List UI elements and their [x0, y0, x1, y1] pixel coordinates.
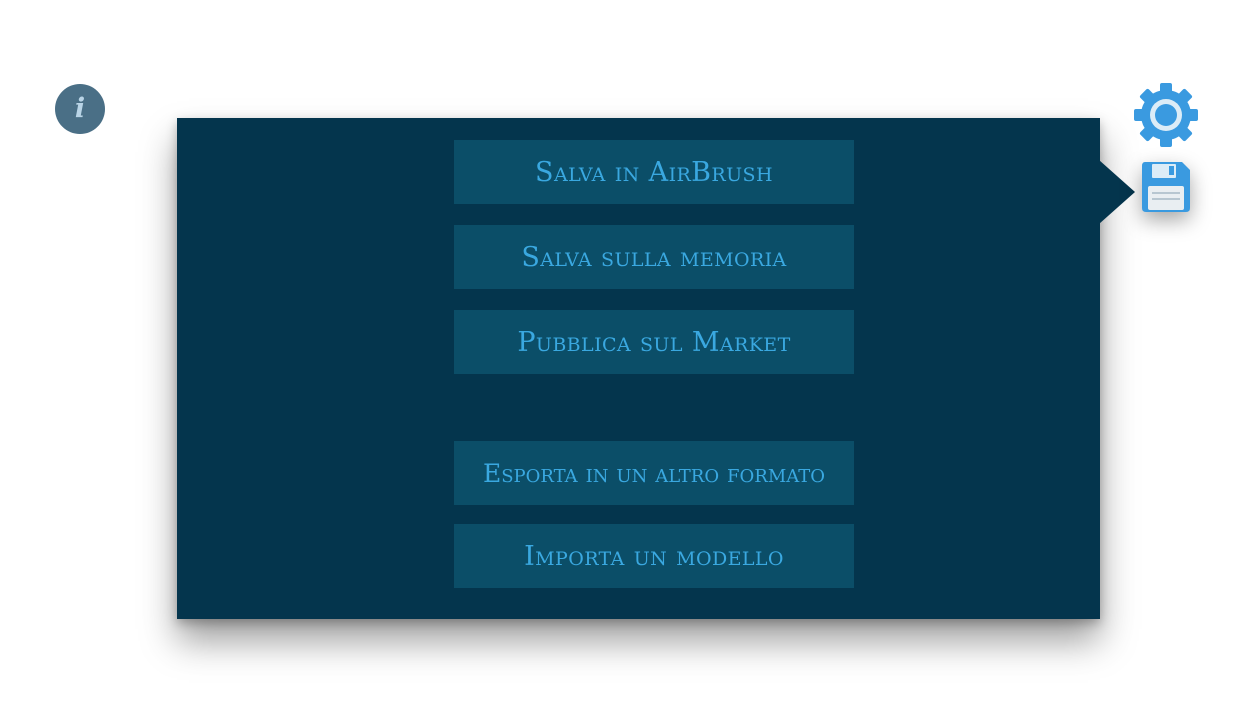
export-format-label: Esporta in un altro formato: [482, 458, 826, 488]
publish-to-market-label: Pubblica sul Market: [517, 326, 791, 358]
gear-icon: [1134, 83, 1198, 147]
save-to-memory-button[interactable]: Salva sulla memoria: [454, 225, 854, 289]
panel-pointer: [1099, 160, 1135, 224]
save-to-airbrush-button[interactable]: Salva in AirBrush: [454, 140, 854, 204]
info-button[interactable]: i: [55, 84, 105, 134]
save-to-memory-label: Salva sulla memoria: [521, 241, 787, 273]
settings-button[interactable]: [1133, 82, 1199, 148]
info-icon: i: [74, 92, 86, 124]
app-screen: i Salva in AirBrush Salva sulla memoria …: [0, 0, 1253, 705]
save-button[interactable]: [1140, 160, 1192, 214]
save-to-airbrush-label: Salva in AirBrush: [535, 156, 773, 188]
import-model-label: Importa un modello: [524, 540, 784, 572]
export-format-button[interactable]: Esporta in un altro formato: [454, 441, 854, 505]
import-model-button[interactable]: Importa un modello: [454, 524, 854, 588]
publish-to-market-button[interactable]: Pubblica sul Market: [454, 310, 854, 374]
floppy-disk-icon: [1142, 162, 1190, 212]
